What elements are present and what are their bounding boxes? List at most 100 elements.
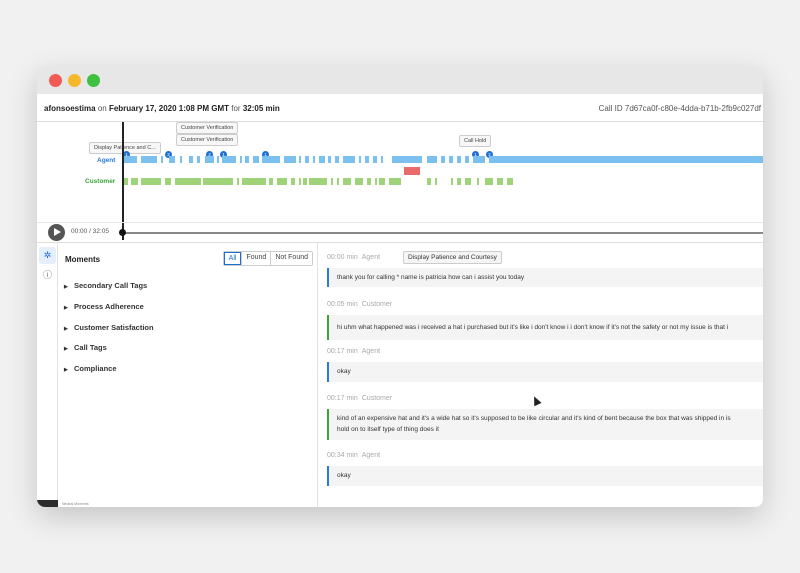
agent-speech-segment[interactable] (441, 156, 445, 163)
customer-speech-segment[interactable] (237, 178, 239, 185)
category-customer-satisfaction[interactable]: ▶ Customer Satisfaction (64, 323, 154, 332)
maximize-window-button[interactable] (87, 74, 100, 87)
timeline-tag[interactable]: Customer Verification (176, 134, 239, 146)
agent-speech-segment[interactable] (189, 156, 193, 163)
customer-speech-segment[interactable] (299, 178, 301, 185)
minimize-window-button[interactable] (68, 74, 81, 87)
customer-speech-segment[interactable] (175, 178, 201, 185)
agent-speech-segment[interactable] (465, 156, 469, 163)
call-timeline[interactable]: Display Patience and C... Customer Verif… (37, 122, 763, 222)
agent-speech-segment[interactable] (343, 156, 355, 163)
agent-speech-segment[interactable] (299, 156, 301, 163)
customer-speech-segment[interactable] (465, 178, 471, 185)
agent-speech-segment[interactable] (359, 156, 361, 163)
category-compliance[interactable]: ▶ Compliance (64, 364, 117, 373)
playback-time: 00:00 / 32:05 (71, 228, 109, 235)
caret-right-icon: ▶ (64, 346, 68, 352)
customer-speech-segment[interactable] (485, 178, 493, 185)
agent-speech-segment[interactable] (392, 156, 422, 163)
customer-speech-segment[interactable] (165, 178, 171, 185)
customer-speech-segment[interactable] (355, 178, 363, 185)
utterance-tag[interactable]: Display Patience and Courtesy (403, 251, 502, 264)
agent-speech-segment[interactable] (240, 156, 242, 163)
customer-speech-segment[interactable] (141, 178, 161, 185)
customer-speech-segment[interactable] (242, 178, 266, 185)
moments-icon[interactable]: ✲ (39, 247, 56, 264)
window-titlebar (37, 66, 763, 94)
filter-not-found[interactable]: Not Found (270, 252, 312, 265)
agent-speech-segment[interactable] (473, 156, 485, 163)
app-window: afonsoestima on February 17, 2020 1:08 P… (37, 66, 763, 507)
agent-speech-segment[interactable] (141, 156, 157, 163)
agent-speech-segment[interactable] (449, 156, 453, 163)
customer-speech-segment[interactable] (451, 178, 453, 185)
customer-speech-segment[interactable] (343, 178, 351, 185)
filter-found[interactable]: Found (241, 252, 270, 265)
progress-knob[interactable] (119, 229, 126, 236)
customer-speech-segment[interactable] (303, 178, 307, 185)
utterance-text: okay (327, 362, 763, 382)
customer-speech-segment[interactable] (389, 178, 401, 185)
customer-speech-segment[interactable] (309, 178, 327, 185)
timeline-tag[interactable]: Call Hold (459, 135, 492, 147)
customer-speech-segment[interactable] (131, 178, 138, 185)
info-icon[interactable]: ⓘ (39, 267, 56, 284)
agent-speech-segment[interactable] (217, 156, 219, 163)
customer-speech-segment[interactable] (337, 178, 339, 185)
agent-speech-segment[interactable] (305, 156, 309, 163)
customer-speech-segment[interactable] (367, 178, 371, 185)
caret-right-icon: ▶ (64, 326, 68, 332)
category-call-tags[interactable]: ▶ Call Tags (64, 343, 107, 352)
silence-segment[interactable] (404, 167, 420, 175)
agent-speech-segment[interactable] (457, 156, 461, 163)
play-button[interactable] (48, 224, 65, 241)
agent-speech-segment[interactable] (180, 156, 182, 163)
customer-speech-segment[interactable] (269, 178, 273, 185)
utterance-meta: 00:17 min Agent (327, 348, 381, 355)
agent-speech-segment[interactable] (328, 156, 331, 163)
agent-speech-segment[interactable] (253, 156, 259, 163)
agent-speech-segment[interactable] (365, 156, 369, 163)
customer-speech-segment[interactable] (435, 178, 437, 185)
agent-speech-segment[interactable] (489, 156, 763, 163)
timeline-tag[interactable]: Customer Verification (176, 122, 239, 134)
customer-speech-segment[interactable] (375, 178, 377, 185)
utterance-text: kind of an expensive hat and it's a wide… (327, 409, 763, 440)
agent-speech-segment[interactable] (197, 156, 200, 163)
customer-speech-segment[interactable] (379, 178, 385, 185)
transcript-panel[interactable]: 00:00 min Agent Display Patience and Cour… (319, 243, 763, 507)
agent-speech-segment[interactable] (245, 156, 249, 163)
utterance-meta: 00:34 min Agent (327, 452, 381, 459)
agent-speech-segment[interactable] (381, 156, 383, 163)
customer-speech-segment[interactable] (457, 178, 461, 185)
rail-footer (37, 500, 58, 507)
agent-speech-segment[interactable] (319, 156, 325, 163)
close-window-button[interactable] (49, 74, 62, 87)
moments-panel: Moments All Found Not Found ▶ Secondary C… (58, 243, 318, 507)
agent-speech-segment[interactable] (373, 156, 377, 163)
category-process-adherence[interactable]: ▶ Process Adherence (64, 302, 144, 311)
agent-speech-segment[interactable] (427, 156, 437, 163)
agent-speech-segment[interactable] (169, 156, 175, 163)
customer-speech-segment[interactable] (427, 178, 431, 185)
agent-speech-segment[interactable] (161, 156, 163, 163)
agent-speech-segment[interactable] (222, 156, 236, 163)
call-summary: afonsoestima on February 17, 2020 1:08 P… (44, 104, 280, 113)
agent-speech-segment[interactable] (123, 156, 137, 163)
agent-speech-segment[interactable] (262, 156, 280, 163)
customer-speech-segment[interactable] (203, 178, 233, 185)
customer-speech-segment[interactable] (477, 178, 479, 185)
filter-all[interactable]: All (223, 252, 242, 265)
category-secondary-call-tags[interactable]: ▶ Secondary Call Tags (64, 281, 147, 290)
agent-speech-segment[interactable] (205, 156, 214, 163)
customer-speech-segment[interactable] (507, 178, 513, 185)
agent-speech-segment[interactable] (335, 156, 339, 163)
customer-speech-segment[interactable] (277, 178, 287, 185)
agent-speech-segment[interactable] (284, 156, 296, 163)
customer-speech-segment[interactable] (291, 178, 295, 185)
caret-right-icon: ▶ (64, 284, 68, 290)
progress-track[interactable] (122, 232, 763, 234)
customer-speech-segment[interactable] (331, 178, 333, 185)
customer-speech-segment[interactable] (497, 178, 503, 185)
agent-speech-segment[interactable] (313, 156, 315, 163)
